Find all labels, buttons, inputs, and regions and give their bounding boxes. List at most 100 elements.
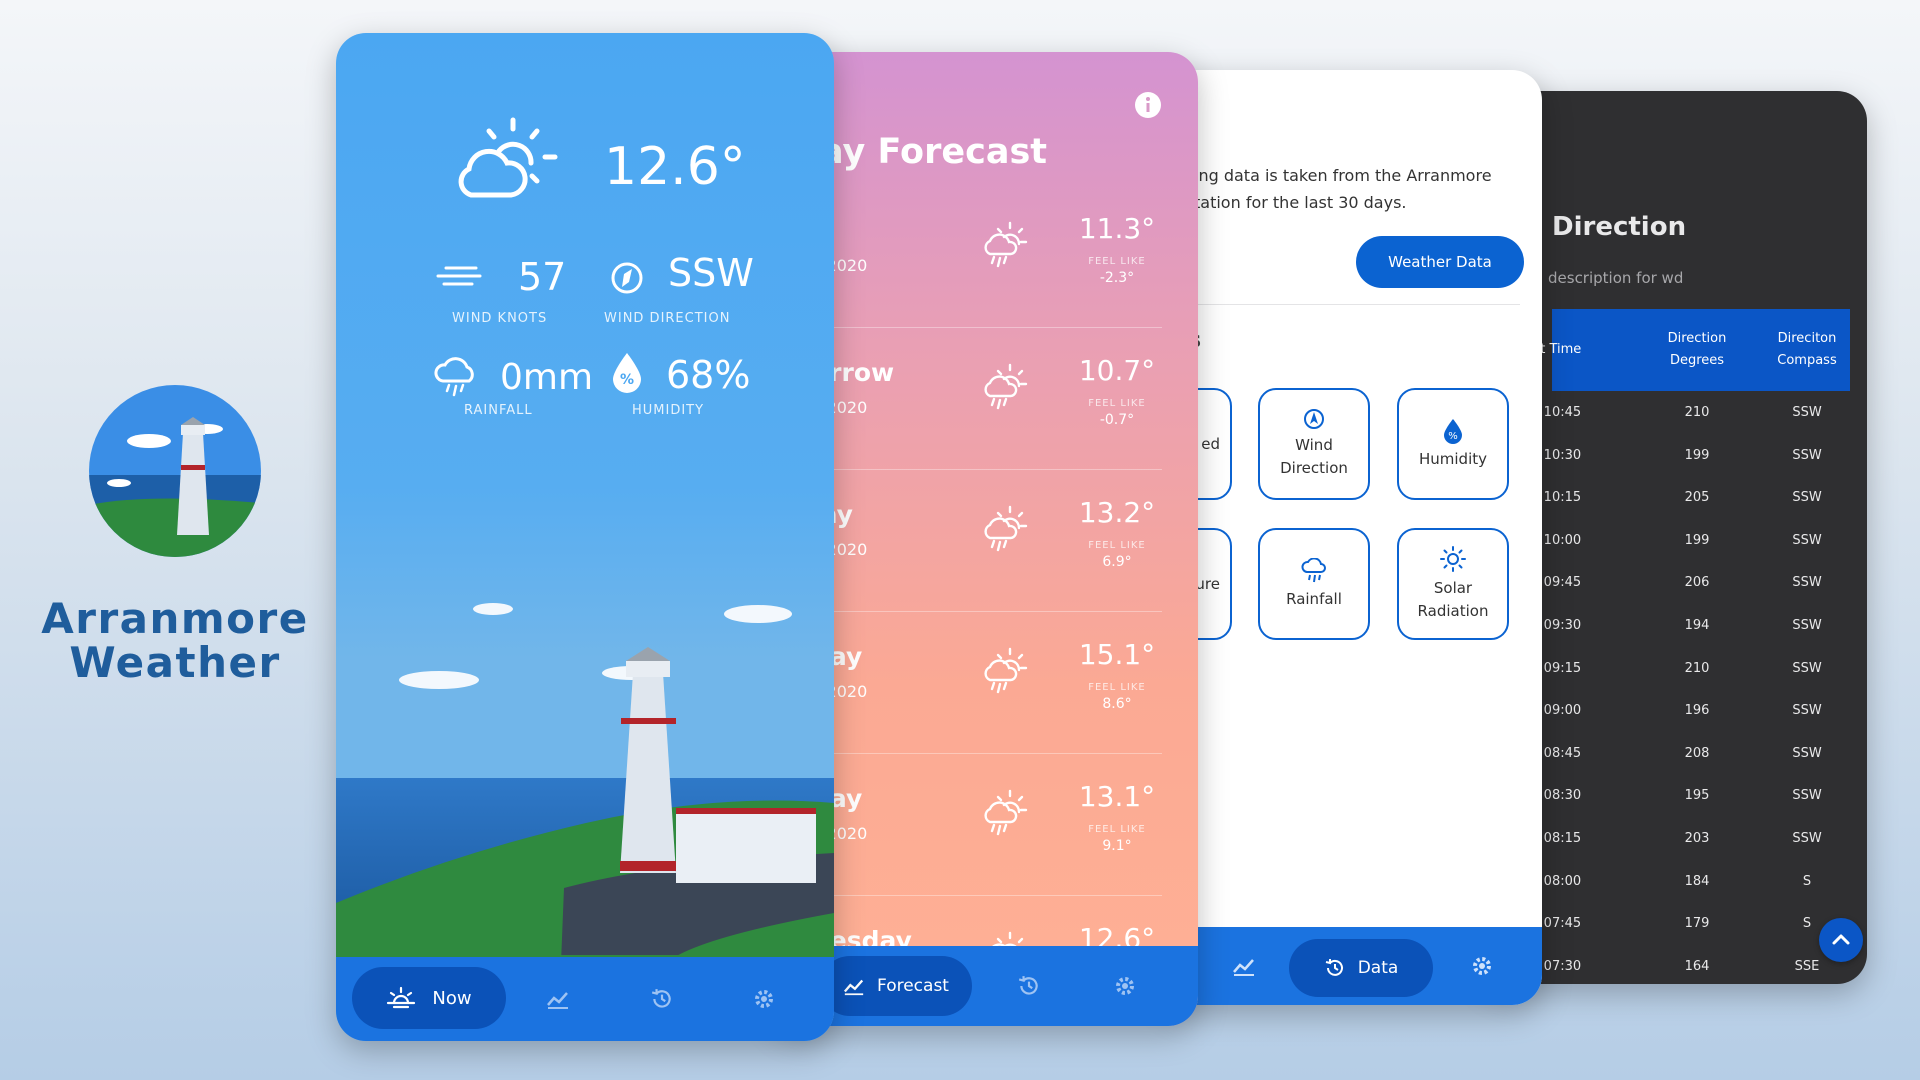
table-row: 20 08:15 203 SSW bbox=[1523, 819, 1850, 862]
table-cell-compass: SSW bbox=[1792, 788, 1822, 804]
history-icon[interactable] bbox=[650, 987, 674, 1011]
table-cell-degrees: 199 bbox=[1684, 447, 1710, 463]
forecast-temperature: 13.2° bbox=[1078, 496, 1156, 529]
info-icon[interactable] bbox=[1134, 91, 1162, 119]
table-cell-compass: SSW bbox=[1792, 405, 1822, 420]
history-icon[interactable] bbox=[1017, 974, 1041, 998]
nav-tab-data[interactable]: Data bbox=[1289, 939, 1433, 997]
rain-icon bbox=[1301, 557, 1326, 582]
humidity-value: 68% bbox=[666, 353, 751, 397]
wind-knots-value: 57 bbox=[518, 255, 567, 299]
divider bbox=[1180, 304, 1520, 305]
nav-tab-label: Data bbox=[1357, 958, 1399, 978]
column-header-compass[interactable]: Direciton Compass bbox=[1752, 309, 1862, 391]
tile-label: ed bbox=[1201, 434, 1220, 453]
table-row: 20 10:15 205 SSW bbox=[1523, 478, 1850, 521]
wind-direction-value: SSW bbox=[668, 251, 754, 295]
wind-icon bbox=[436, 266, 482, 286]
column-header-degrees[interactable]: Direction Degrees bbox=[1642, 309, 1752, 391]
table-row: 20 07:45 179 S bbox=[1523, 904, 1850, 947]
tile-label: Humidity bbox=[1418, 449, 1487, 468]
table-cell-degrees: 196 bbox=[1684, 703, 1710, 719]
scroll-to-top-button[interactable] bbox=[1819, 918, 1863, 962]
data-intro-text: ing data is taken from the Arranmore tat… bbox=[1194, 166, 1492, 212]
wind-knots-label: WIND KNOTS bbox=[452, 311, 548, 326]
forecast-temperature: 11.3° bbox=[1078, 212, 1156, 245]
table-cell-degrees: 179 bbox=[1684, 916, 1710, 932]
chart-icon bbox=[843, 979, 864, 996]
nav-tab-forecast[interactable]: Forecast bbox=[820, 956, 972, 1016]
feel-like-value: 6.9° bbox=[1102, 554, 1132, 570]
lighthouse-illustration bbox=[336, 603, 834, 963]
weather-data-button[interactable]: Weather Data bbox=[1356, 236, 1524, 288]
table-cell-time: 20 08:45 bbox=[1523, 745, 1582, 761]
sun-icon bbox=[387, 986, 416, 1009]
table-cell-degrees: 205 bbox=[1684, 490, 1710, 506]
table-row: 20 09:00 196 SSW bbox=[1523, 691, 1850, 734]
table-row: 20 07:30 164 SSE bbox=[1523, 947, 1850, 984]
table-cell-degrees: 210 bbox=[1684, 660, 1710, 676]
humidity-icon: % bbox=[1444, 418, 1462, 444]
table-cell-degrees: 184 bbox=[1684, 873, 1710, 889]
table-cell-time: 20 10:45 bbox=[1523, 405, 1582, 420]
tile-label: Solar Radiation bbox=[1417, 579, 1489, 620]
partly-cloudy-rain-icon bbox=[984, 363, 1028, 410]
table-row: 20 08:45 208 SSW bbox=[1523, 734, 1850, 777]
humidity-icon: % bbox=[613, 353, 641, 393]
table-cell-compass: SSW bbox=[1792, 617, 1822, 633]
table-cell-degrees: 194 bbox=[1684, 617, 1710, 633]
data-screen: ing data is taken from the Arranmore tat… bbox=[1160, 70, 1542, 1005]
humidity-label: HUMIDITY bbox=[632, 403, 705, 418]
feel-like-label: FEEL LIKE bbox=[1088, 256, 1146, 267]
tile-rainfall[interactable]: Rainfall bbox=[1258, 528, 1370, 640]
rain-icon bbox=[434, 357, 474, 397]
tile-humidity[interactable]: % Humidity bbox=[1397, 388, 1509, 500]
table-cell-degrees: 195 bbox=[1684, 788, 1710, 804]
table-cell-degrees: 164 bbox=[1684, 958, 1710, 974]
table-row: 20 08:00 184 S bbox=[1523, 862, 1850, 905]
feel-like-value: 9.1° bbox=[1102, 838, 1132, 854]
gear-icon[interactable] bbox=[1470, 954, 1494, 978]
table-cell-time: 20 10:15 bbox=[1523, 490, 1582, 506]
table-cell-compass: SSW bbox=[1792, 447, 1822, 463]
nav-tab-label: Forecast bbox=[877, 976, 949, 996]
table-row: 20 08:30 195 SSW bbox=[1523, 776, 1850, 819]
table-cell-compass: SSW bbox=[1792, 575, 1822, 591]
chart-icon[interactable] bbox=[546, 987, 570, 1011]
history-icon bbox=[1325, 959, 1343, 976]
table-cell-time: 20 09:45 bbox=[1523, 575, 1582, 591]
nav-tab-now[interactable]: Now bbox=[352, 967, 506, 1029]
gear-icon[interactable] bbox=[1113, 974, 1137, 998]
table-cell-time: 20 09:15 bbox=[1523, 660, 1582, 676]
tile-solar-radiation[interactable]: Solar Radiation bbox=[1397, 528, 1509, 640]
rainfall-label: RAINFALL bbox=[464, 403, 533, 418]
forecast-temperature: 15.1° bbox=[1078, 638, 1156, 671]
svg-text:%: % bbox=[620, 372, 634, 388]
partly-cloudy-icon bbox=[458, 117, 558, 198]
table-cell-time: 20 07:45 bbox=[1523, 916, 1582, 932]
chart-icon[interactable] bbox=[1232, 954, 1256, 978]
now-screen: 12.6° 57 WIND KNOTS SSW WIND DIRECTION 0… bbox=[336, 33, 834, 1041]
feel-like-label: FEEL LIKE bbox=[1088, 398, 1146, 409]
wind-direction-label: WIND DIRECTION bbox=[604, 311, 731, 326]
table-cell-time: 20 10:30 bbox=[1523, 447, 1582, 463]
table-cell-compass: SSW bbox=[1792, 745, 1822, 761]
table-cell-time: 20 09:30 bbox=[1523, 617, 1582, 633]
feel-like-label: FEEL LIKE bbox=[1088, 540, 1146, 551]
table-cell-degrees: 210 bbox=[1684, 405, 1710, 420]
table-cell-degrees: 203 bbox=[1684, 830, 1710, 846]
table-cell-time: 20 08:00 bbox=[1523, 873, 1582, 889]
tile-wind-direction[interactable]: Wind Direction bbox=[1258, 388, 1370, 500]
gear-icon[interactable] bbox=[752, 987, 776, 1011]
table-body: 20 10:45 210 SSW 20 10:30 199 SSW 20 10:15 205 S… bbox=[1523, 393, 1850, 984]
table-cell-compass: SSW bbox=[1792, 830, 1822, 846]
bottom-nav: Forecast bbox=[770, 946, 1198, 1026]
app-title: Arranmore Weather bbox=[40, 597, 310, 685]
compass-icon bbox=[1304, 409, 1324, 429]
table-row: 20 10:45 210 SSW bbox=[1523, 393, 1850, 436]
table-cell-time: 20 08:15 bbox=[1523, 830, 1582, 846]
forecast-temperature: 10.7° bbox=[1078, 354, 1156, 387]
svg-text:%: % bbox=[1448, 431, 1458, 442]
bottom-nav: Data bbox=[1160, 927, 1542, 1005]
table-cell-compass: SSW bbox=[1792, 660, 1822, 676]
